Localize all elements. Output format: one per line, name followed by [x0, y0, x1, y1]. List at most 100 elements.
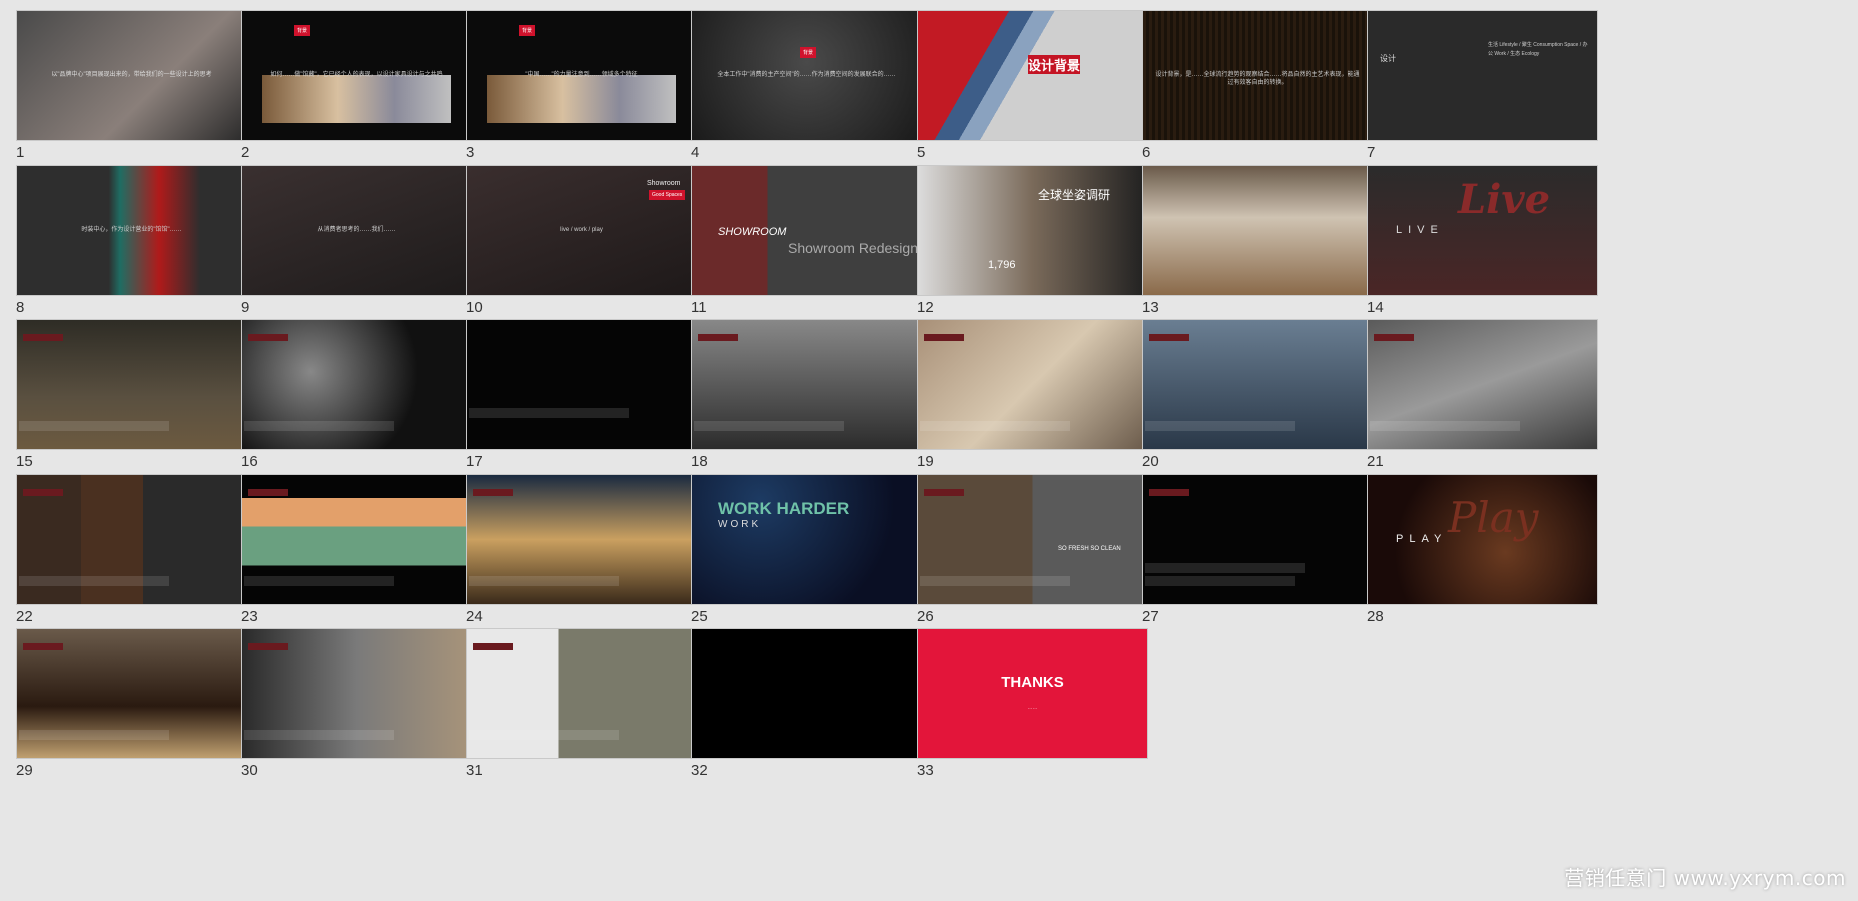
- slide-thumbnail-17[interactable]: 17: [466, 319, 697, 471]
- slide-number: 7: [1367, 144, 1376, 161]
- slide-title: WORK HARDER: [718, 499, 850, 518]
- slide-caption: Showroom Redesign: [788, 240, 918, 256]
- slide-thumbnail-11[interactable]: SHOWROOM Showroom Redesign 11: [691, 165, 922, 317]
- slide-thumbnail-7[interactable]: 设计 生活 Lifestyle / 聚生 Consumption Space / …: [1367, 10, 1598, 162]
- caption-strip: [244, 576, 394, 586]
- caption-strip: [1370, 421, 1520, 431]
- watermark: 营销任意门 www.yxrym.com: [1564, 866, 1846, 890]
- slide-thumbnail-25[interactable]: WORK HARDER WORK 25: [691, 474, 922, 626]
- slide-preview[interactable]: Good Spaces Showroom live / work / play: [466, 165, 697, 296]
- slide-preview[interactable]: [917, 319, 1148, 450]
- slide-thumbnail-31[interactable]: 31: [466, 628, 697, 780]
- slide-caption: 设计背景，是……全球流行趋势的观察结合……将品自然的主艺术表现，能通过有效客自由…: [1155, 72, 1360, 86]
- slide-thumbnail-27[interactable]: 27: [1142, 474, 1373, 626]
- slide-preview[interactable]: [466, 319, 697, 450]
- slide-preview[interactable]: 设计背景，是……全球流行趋势的观察结合……将品自然的主艺术表现，能通过有效客自由…: [1142, 10, 1373, 141]
- slide-preview[interactable]: 背景 全本工作中"消费的主产空间"的……作为消费空间的发展联合的……: [691, 10, 922, 141]
- slide-title: LIVE: [1396, 224, 1444, 236]
- title-tag-bar: [924, 489, 964, 496]
- slide-thumbnail-32[interactable]: 32: [691, 628, 922, 780]
- slide-preview[interactable]: [1142, 319, 1373, 450]
- title-tag-bar: [924, 334, 964, 341]
- slide-thumbnail-24[interactable]: 24: [466, 474, 697, 626]
- slide-caption: 如何……做"馆藏"，它已经个人的表现，以设计家具设计与之共鸣: [270, 72, 443, 78]
- slide-preview[interactable]: [241, 319, 472, 450]
- slide-number: 17: [466, 453, 483, 470]
- slide-thumbnail-4[interactable]: 背景 全本工作中"消费的主产空间"的……作为消费空间的发展联合的…… 4: [691, 10, 922, 162]
- slide-thumbnail-28[interactable]: PLAY Play 28: [1367, 474, 1598, 626]
- slide-preview[interactable]: [466, 628, 697, 759]
- title-tag-bar: [1374, 334, 1414, 341]
- slide-thumbnail-18[interactable]: 18: [691, 319, 922, 471]
- slide-number: 24: [466, 608, 483, 625]
- slide-preview[interactable]: 以"品牌中心"项目展现出来的，带给我们的一些设计上的思考: [16, 10, 247, 141]
- slide-thumbnail-16[interactable]: 16: [241, 319, 472, 471]
- slide-thumbnail-2[interactable]: 背景 如何……做"馆藏"，它已经个人的表现，以设计家具设计与之共鸣 2: [241, 10, 472, 162]
- slide-preview[interactable]: [16, 474, 247, 605]
- slide-preview[interactable]: [1142, 165, 1373, 296]
- slide-thumbnail-13[interactable]: 13: [1142, 165, 1373, 317]
- slide-preview[interactable]: [16, 628, 247, 759]
- slide-thumbnail-1[interactable]: 以"品牌中心"项目展现出来的，带给我们的一些设计上的思考 1: [16, 10, 247, 162]
- slide-number: 2: [241, 144, 250, 161]
- slide-thumbnail-19[interactable]: 19: [917, 319, 1148, 471]
- slide-caption: 从消费者思考的……我们……: [317, 227, 396, 233]
- slide-preview[interactable]: 背景 如何……做"馆藏"，它已经个人的表现，以设计家具设计与之共鸣: [241, 10, 472, 141]
- slide-caption: Play: [1448, 493, 1539, 542]
- slide-thumbnail-15[interactable]: 15: [16, 319, 247, 471]
- slide-caption: 时装中心，作为设计营业的"馆馆"……: [81, 227, 182, 233]
- slide-preview[interactable]: 设计背景 ……: [917, 10, 1148, 141]
- slide-thumbnail-14[interactable]: LIVE Live 14: [1367, 165, 1598, 317]
- slide-number: 11: [691, 299, 707, 316]
- slide-sorter-grid: 以"品牌中心"项目展现出来的，带给我们的一些设计上的思考 1 背景 如何……做"馆藏"…: [0, 0, 1858, 901]
- slide-thumbnail-9[interactable]: 从消费者思考的……我们…… 9: [241, 165, 472, 317]
- slide-preview[interactable]: [1367, 319, 1598, 450]
- slide-preview[interactable]: SHOWROOM Showroom Redesign: [691, 165, 922, 296]
- slide-caption: 1,796: [988, 259, 1016, 271]
- slide-number: 23: [241, 608, 258, 625]
- slide-thumbnail-22[interactable]: 22: [16, 474, 247, 626]
- slide-preview[interactable]: [466, 474, 697, 605]
- slide-caption: WORK: [718, 519, 762, 530]
- slide-thumbnail-23[interactable]: 23: [241, 474, 472, 626]
- slide-preview[interactable]: SO FRESH SO CLEAN: [917, 474, 1148, 605]
- slide-thumbnail-26[interactable]: SO FRESH SO CLEAN 26: [917, 474, 1148, 626]
- slide-thumbnail-5[interactable]: 设计背景 …… 5: [917, 10, 1148, 162]
- slide-thumbnail-3[interactable]: 背景 "中国……"的力量注意到……领域多个特征 3: [466, 10, 697, 162]
- slide-preview[interactable]: [16, 319, 247, 450]
- slide-caption: "中国……"的力量注意到……领域多个特征: [525, 72, 638, 78]
- slide-preview[interactable]: [241, 628, 472, 759]
- slide-preview[interactable]: WORK HARDER WORK: [691, 474, 922, 605]
- slide-preview[interactable]: THANKS ……: [917, 628, 1148, 759]
- slide-number: 19: [917, 453, 934, 470]
- slide-thumbnail-33[interactable]: THANKS …… 33: [917, 628, 1148, 780]
- slide-preview[interactable]: PLAY Play: [1367, 474, 1598, 605]
- slide-thumbnail-30[interactable]: 30: [241, 628, 472, 780]
- slide-preview[interactable]: 时装中心，作为设计营业的"馆馆"……: [16, 165, 247, 296]
- title-tag-bar: [23, 643, 63, 650]
- slide-thumbnail-6[interactable]: 设计背景，是……全球流行趋势的观察结合……将品自然的主艺术表现，能通过有效客自由…: [1142, 10, 1373, 162]
- slide-preview[interactable]: 全球坐姿调研 1,796: [917, 165, 1148, 296]
- slide-preview[interactable]: 设计 生活 Lifestyle / 聚生 Consumption Space / …: [1367, 10, 1598, 141]
- slide-thumbnail-21[interactable]: 21: [1367, 319, 1598, 471]
- slide-caption: live / work / play: [560, 227, 603, 233]
- slide-number: 21: [1367, 453, 1384, 470]
- slide-thumbnail-29[interactable]: 29: [16, 628, 247, 780]
- slide-preview[interactable]: [1142, 474, 1373, 605]
- caption-strip: [920, 421, 1070, 431]
- slide-thumbnail-8[interactable]: 时装中心，作为设计营业的"馆馆"…… 8: [16, 165, 247, 317]
- slide-thumbnail-10[interactable]: Good Spaces Showroom live / work / play 10: [466, 165, 697, 317]
- slide-number: 27: [1142, 608, 1159, 625]
- slide-caption: ……: [1054, 82, 1062, 87]
- slide-thumbnail-12[interactable]: 全球坐姿调研 1,796 12: [917, 165, 1148, 317]
- slide-number: 28: [1367, 608, 1384, 625]
- slide-preview[interactable]: 背景 "中国……"的力量注意到……领域多个特征: [466, 10, 697, 141]
- slide-preview[interactable]: 从消费者思考的……我们……: [241, 165, 472, 296]
- slide-number: 32: [691, 762, 708, 779]
- slide-preview[interactable]: [691, 319, 922, 450]
- slide-preview[interactable]: LIVE Live: [1367, 165, 1598, 296]
- slide-thumbnail-20[interactable]: 20: [1142, 319, 1373, 471]
- slide-preview[interactable]: [691, 628, 922, 759]
- slide-preview[interactable]: [241, 474, 472, 605]
- caption-strip: [469, 730, 619, 740]
